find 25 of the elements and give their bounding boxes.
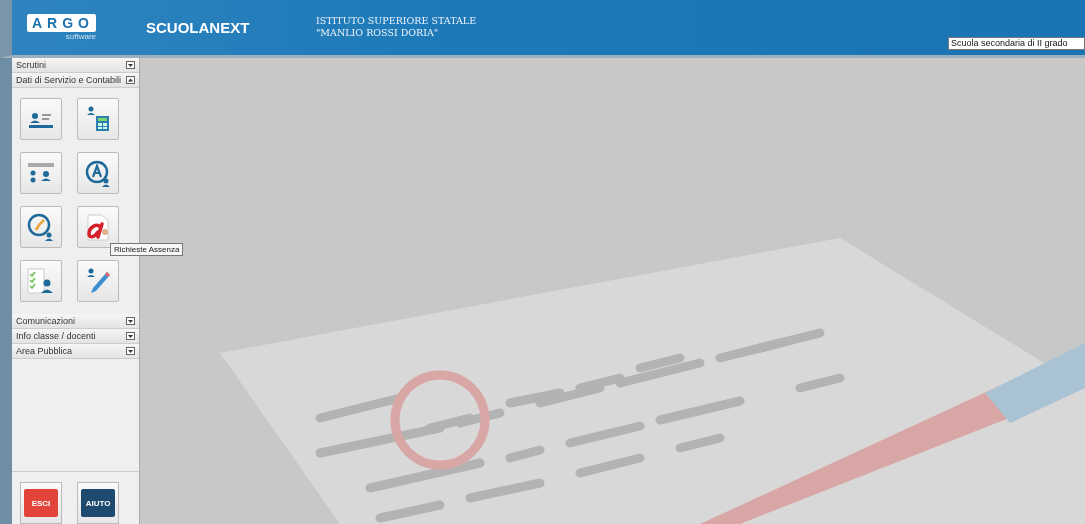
expand-icon[interactable] [126,347,135,355]
expand-icon[interactable] [126,317,135,325]
menu-tile[interactable] [77,152,119,194]
logo: ARGO [27,14,96,32]
section-header[interactable]: Area Pubblica [12,344,139,359]
menu-tile[interactable] [77,260,119,302]
expand-icon[interactable] [126,332,135,340]
exit-button[interactable]: ESCI [20,482,62,524]
collapse-icon[interactable] [126,76,135,84]
logo-subtitle: software [65,32,96,41]
section-header[interactable]: Info classe / docenti [12,329,139,344]
section-header[interactable]: Dati di Servizio e Contabili [12,73,139,88]
help-button[interactable]: AIUTO [77,482,119,524]
menu-tile[interactable] [77,98,119,140]
expand-icon[interactable] [126,61,135,69]
institute-name: ISTITUTO SUPERIORE STATALE "MANLIO ROSSI DORIA" [316,15,478,39]
menu-tile[interactable] [20,152,62,194]
section-header[interactable]: Scrutini [12,58,139,73]
school-select[interactable]: Scuola secondaria di II grado [948,37,1085,50]
menu-tile[interactable] [20,98,62,140]
app-name: SCUOLANEXT [146,19,251,36]
menu-tile[interactable] [20,260,62,302]
menu-tile[interactable] [20,206,62,248]
tooltip: Richieste Assenza [110,243,184,256]
section-header[interactable]: Comunicazioni [12,314,139,329]
